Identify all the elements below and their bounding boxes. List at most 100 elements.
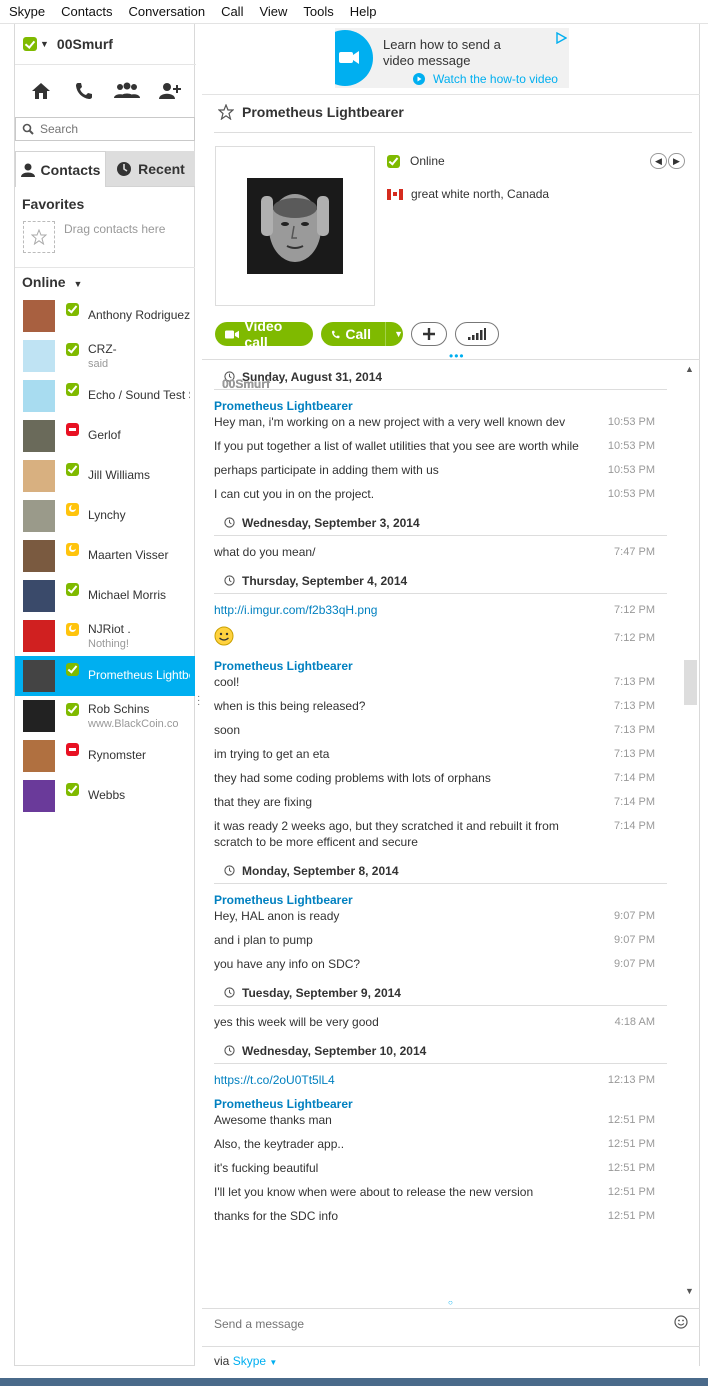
plus-icon [423,328,435,340]
message-time: 7:13 PM [614,724,655,736]
message-time: 12:51 PM [607,1114,655,1126]
message: it's fucking beautiful 12:51 PM [214,1160,667,1176]
contact-name: Jill Williams [88,468,150,482]
create-group-button[interactable] [112,76,142,106]
add-people-button[interactable] [411,322,447,346]
call-label: Call [345,326,372,342]
scrollbar-thumb[interactable] [684,660,697,705]
add-contact-button[interactable] [155,76,185,106]
contact-list-item[interactable]: Echo / Sound Test Service [15,376,195,416]
menu-view[interactable]: View [258,4,288,19]
contact-name: NJRiot . [88,622,131,636]
message: Awesome thanks man 12:51 PM [214,1112,667,1128]
message: I can cut you in on the project. 10:53 PM [214,486,667,502]
contact-list-item[interactable]: NJRiot . Nothing! [15,616,195,656]
home-button[interactable] [26,76,56,106]
status-dropdown-icon[interactable]: ▼ [40,39,49,49]
date-label: Thursday, September 4, 2014 [242,573,408,588]
menu-tools[interactable]: Tools [302,4,334,19]
message-text: perhaps participate in adding them with … [214,463,439,477]
avatar [247,178,343,274]
contact-mood: said [88,358,109,370]
contact-list-item[interactable]: Michael Morris [15,576,195,616]
contact-status-text: Online [410,154,445,168]
scroll-up-arrow-icon[interactable]: ▲ [685,364,694,374]
contact-status: Online [387,154,445,168]
collapse-header-handle[interactable]: ••• [449,349,465,363]
contact-list-item[interactable]: CRZ-said [15,336,195,376]
message-time: 7:14 PM [614,796,655,808]
contact-list-item[interactable]: Webbs [15,776,195,816]
pane-splitter-handle[interactable]: · · · [197,692,200,710]
my-name[interactable]: 00Smurf [57,36,113,52]
message-text: Hey, HAL anon is ready [214,909,340,923]
send-via-selector[interactable]: Skype [233,1354,266,1368]
message-link[interactable]: https://t.co/2oU0Tt5lL4 [214,1073,335,1087]
video-call-button[interactable]: Video call [215,318,313,350]
tab-contacts[interactable]: Contacts [15,151,106,187]
online-status-icon [66,663,79,676]
search-input[interactable] [40,122,180,136]
message-sender[interactable]: 00Smurf [222,376,270,392]
ad-info-icon[interactable] [555,32,567,44]
menu-conversation[interactable]: Conversation [127,4,206,19]
message-sender[interactable]: Prometheus Lightbearer [214,658,667,674]
next-arrow-icon[interactable]: ▶ [668,153,685,169]
contact-list-item[interactable]: Prometheus Lightbearer [15,656,195,696]
contact-list-item[interactable]: Rob Schins www.BlackCoin.co [15,696,195,736]
contact-list-item[interactable]: Jill Williams [15,456,195,496]
my-profile[interactable]: ▼ 00Smurf [23,36,113,52]
emoticon-picker-icon[interactable] [674,1315,688,1329]
contact-list-item[interactable]: Maarten Visser [15,536,195,576]
message: and i plan to pump 9:07 PM [214,932,667,948]
contact-profile-picture[interactable] [215,146,375,306]
home-icon [31,83,50,99]
call-phones-button[interactable] [69,76,99,106]
divider [202,1308,700,1309]
menu-contacts[interactable]: Contacts [60,4,113,19]
message-input[interactable] [214,1314,664,1334]
menu-skype[interactable]: Skype [8,4,46,19]
date-separator: Tuesday, September 9, 2014 [214,980,667,1006]
contact-name: Lynchy [88,508,126,522]
message-time: 4:18 AM [614,1016,655,1028]
favorites-drop-target[interactable] [23,221,55,253]
chat-scrollbar[interactable]: ▲ ▼ [682,364,697,1300]
online-group-heading[interactable]: Online ▼ [22,274,82,290]
contact-list-item[interactable]: Gerlof [15,416,195,456]
message: perhaps participate in adding them with … [214,462,667,478]
video-message-ad[interactable]: Learn how to send a video message Watch … [335,28,569,88]
chevron-down-icon[interactable]: ▼ [269,1358,277,1367]
person-icon [20,163,35,177]
contact-list-item[interactable]: Anthony Rodriguez [15,296,195,336]
message-history[interactable]: Sunday, August 31, 2014 Prometheus Lightb… [214,364,667,1300]
menu-call[interactable]: Call [220,4,244,19]
online-status-icon [387,154,400,168]
avatar [23,420,55,452]
conversation-title[interactable]: Prometheus Lightbearer [242,104,404,120]
menu-help[interactable]: Help [349,4,378,19]
call-button[interactable]: Call ▼ [321,322,403,346]
contact-list-item[interactable]: Lynchy [15,496,195,536]
message-sender[interactable]: Prometheus Lightbearer [214,1096,667,1112]
call-dropdown-icon[interactable]: ▼ [385,322,403,346]
ad-link[interactable]: Watch the how-to video [433,72,558,86]
scroll-down-arrow-icon[interactable]: ▼ [685,1286,694,1296]
tab-recent[interactable]: Recent [106,151,195,187]
message-sender[interactable]: Prometheus Lightbearer [214,398,667,414]
previous-arrow-icon[interactable]: ◀ [650,153,667,169]
message: Hey, HAL anon is ready 9:07 PM [214,908,667,924]
search-box[interactable] [15,117,195,141]
call-quality-button[interactable] [455,322,499,346]
favorite-star-icon[interactable] [218,104,234,120]
avatar [23,340,55,372]
message: thanks for the SDC info 12:51 PM [214,1208,667,1224]
nav-icons [15,76,196,106]
message-sender[interactable]: Prometheus Lightbearer [214,892,667,908]
contact-list-item[interactable]: Rynomster [15,736,195,776]
my-status-icon[interactable] [23,37,37,51]
clock-icon [224,517,235,528]
message-link[interactable]: http://i.imgur.com/f2b33qH.png [214,603,377,617]
avatar [23,300,55,332]
contact-mood: www.BlackCoin.co [88,718,179,730]
